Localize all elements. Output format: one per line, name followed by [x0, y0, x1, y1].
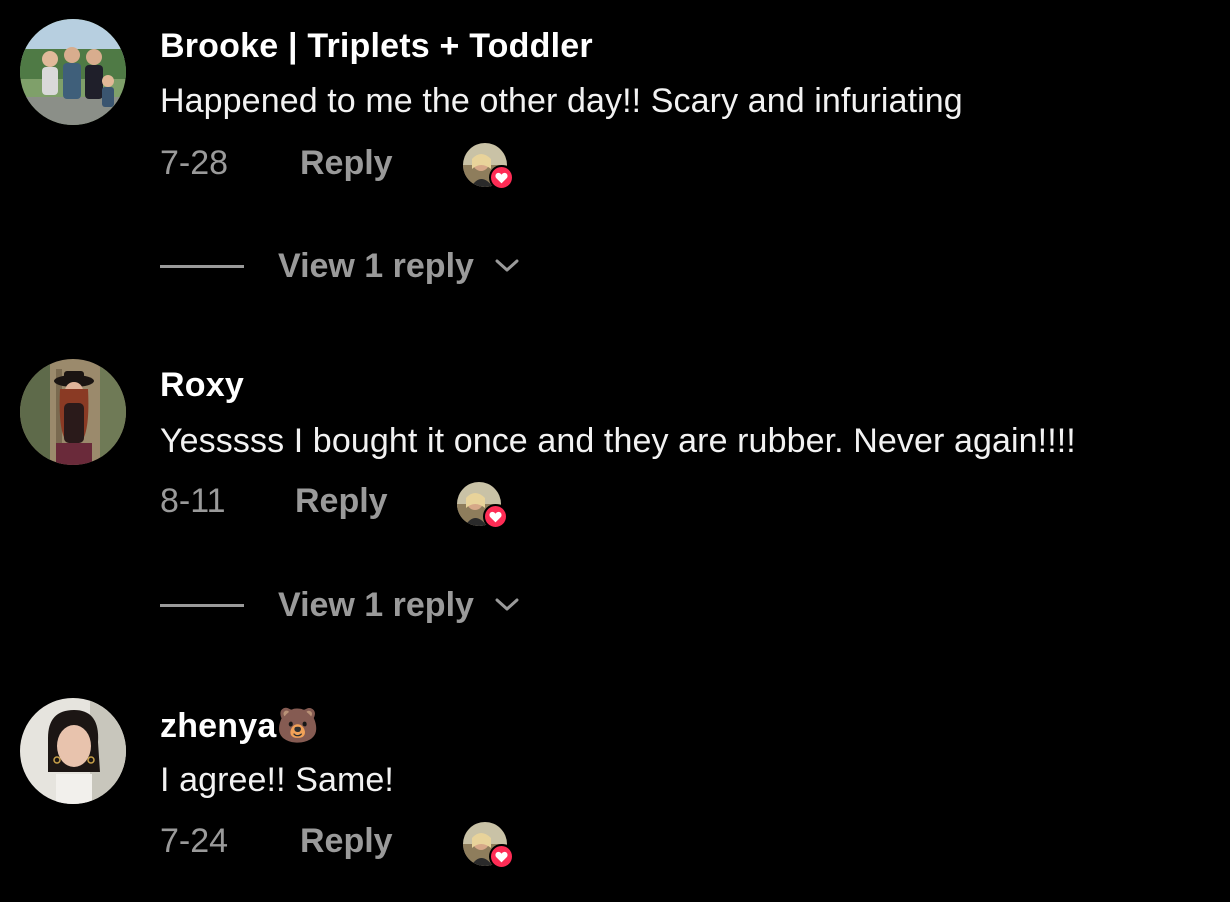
comment-username[interactable]: zhenya🐻: [160, 706, 319, 746]
avatar[interactable]: [20, 698, 126, 804]
comment-text: I agree!! Same!: [160, 761, 394, 799]
reply-button[interactable]: Reply: [300, 822, 393, 861]
creator-liked-badge: [463, 822, 515, 869]
creator-liked-heart-icon: [489, 844, 514, 869]
comment-date: 7-24: [160, 822, 229, 860]
comment-item-zhenya: zhenya🐻 I agree!! Same! 7-24 Reply: [0, 0, 1230, 902]
